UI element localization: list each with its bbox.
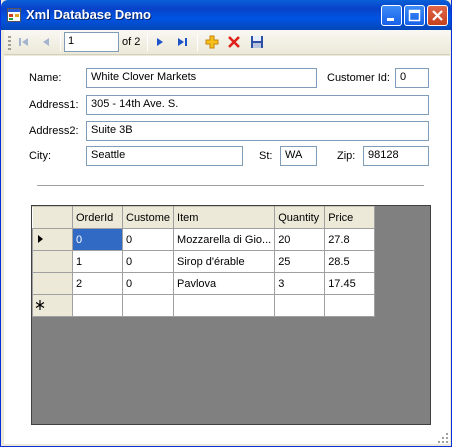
current-row-icon	[38, 235, 43, 243]
form-body: Name: White Clover Markets Customer Id: …	[4, 56, 450, 444]
city-label: City:	[29, 150, 51, 162]
move-previous-button[interactable]	[37, 33, 55, 51]
table-cell[interactable]: 0	[121, 250, 175, 273]
orders-grid[interactable]: OrderId Custome Item Quantity Price 0 0 …	[31, 205, 431, 425]
delete-icon	[228, 36, 240, 48]
orders-table: OrderId Custome Item Quantity Price 0 0 …	[32, 206, 376, 317]
add-new-icon	[205, 35, 219, 49]
state-field[interactable]: WA	[280, 146, 317, 166]
customer-id-label: Customer Id:	[327, 72, 390, 84]
table-cell[interactable]: 27.8	[324, 228, 376, 251]
address2-field[interactable]: Suite 3B	[86, 121, 429, 141]
row-header[interactable]	[32, 228, 73, 251]
close-icon	[432, 10, 443, 21]
delete-button[interactable]	[225, 33, 243, 51]
column-header-price[interactable]: Price	[324, 206, 376, 229]
table-cell[interactable]: 1	[72, 250, 123, 273]
column-header-customer[interactable]: Custome	[121, 206, 175, 229]
address2-label: Address2:	[29, 125, 79, 137]
table-cell[interactable]: 0	[121, 272, 175, 295]
customer-id-field[interactable]: 0	[395, 68, 429, 88]
maximize-button[interactable]	[404, 5, 425, 26]
resize-grip-icon[interactable]	[437, 432, 449, 444]
table-cell[interactable]	[324, 294, 376, 317]
table-cell[interactable]: 20	[274, 228, 326, 251]
toolbar-grip[interactable]	[8, 36, 11, 50]
new-row-icon	[35, 300, 45, 310]
table-row[interactable]: 1 0 Sirop d'érable 25 28.5	[32, 250, 376, 273]
table-cell[interactable]: Sirop d'érable	[173, 250, 276, 273]
table-cell[interactable]: 28.5	[324, 250, 376, 273]
minimize-icon	[387, 18, 394, 21]
add-new-button[interactable]	[203, 33, 221, 51]
move-next-button[interactable]	[151, 33, 169, 51]
table-cell[interactable]	[72, 294, 123, 317]
address1-field[interactable]: 305 - 14th Ave. S.	[86, 95, 429, 115]
save-button[interactable]	[248, 33, 266, 51]
table-cell[interactable]: 0	[121, 228, 175, 251]
separator-line	[37, 185, 424, 187]
move-first-button[interactable]	[15, 33, 33, 51]
state-label: St:	[259, 150, 273, 162]
minimize-button[interactable]	[381, 5, 402, 26]
toolbar-separator	[60, 34, 61, 51]
row-header[interactable]	[32, 272, 73, 295]
table-cell[interactable]: 3	[274, 272, 326, 295]
move-last-button[interactable]	[173, 33, 191, 51]
position-input[interactable]: 1	[64, 32, 119, 52]
close-button[interactable]	[427, 5, 448, 26]
window-title: Xml Database Demo	[26, 7, 151, 22]
toolbar-separator	[147, 34, 148, 51]
table-cell[interactable]: Pavlova	[173, 272, 276, 295]
save-icon	[251, 36, 263, 48]
toolbar-separator	[197, 34, 198, 51]
city-field[interactable]: Seattle	[86, 146, 243, 166]
corner-header[interactable]	[32, 206, 73, 229]
maximize-icon	[408, 9, 421, 22]
header-row: OrderId Custome Item Quantity Price	[32, 206, 376, 229]
new-row[interactable]	[32, 294, 376, 317]
table-row[interactable]: 2 0 Pavlova 3 17.45	[32, 272, 376, 295]
count-label: of 2	[122, 36, 141, 48]
zip-field[interactable]: 98128	[363, 146, 429, 166]
column-header-quantity[interactable]: Quantity	[274, 206, 326, 229]
table-cell[interactable]: 2	[72, 272, 123, 295]
name-label: Name:	[29, 72, 62, 84]
move-last-icon	[178, 38, 187, 46]
table-cell[interactable]: Mozzarella di Gio...	[173, 228, 276, 251]
table-row[interactable]: 0 0 Mozzarella di Gio... 20 27.8	[32, 228, 376, 251]
main-window: Xml Database Demo 1 of 2 Name: White Clo…	[0, 0, 452, 447]
table-cell[interactable]: 0	[72, 228, 123, 251]
row-header[interactable]	[32, 250, 73, 273]
column-header-item[interactable]: Item	[173, 206, 276, 229]
binding-navigator: 1 of 2	[4, 30, 450, 55]
row-header[interactable]	[32, 294, 73, 317]
table-cell[interactable]: 25	[274, 250, 326, 273]
table-cell[interactable]	[121, 294, 175, 317]
name-field[interactable]: White Clover Markets	[86, 68, 317, 88]
app-icon	[7, 8, 21, 22]
move-previous-icon	[43, 38, 49, 46]
move-next-icon	[157, 38, 163, 46]
column-header-orderid[interactable]: OrderId	[72, 206, 123, 229]
zip-label: Zip:	[337, 150, 356, 162]
table-cell[interactable]: 17.45	[324, 272, 376, 295]
table-cell[interactable]	[173, 294, 276, 317]
table-cell[interactable]	[274, 294, 326, 317]
move-first-icon	[19, 38, 28, 46]
title-bar[interactable]: Xml Database Demo	[1, 0, 451, 30]
address1-label: Address1:	[29, 99, 79, 111]
